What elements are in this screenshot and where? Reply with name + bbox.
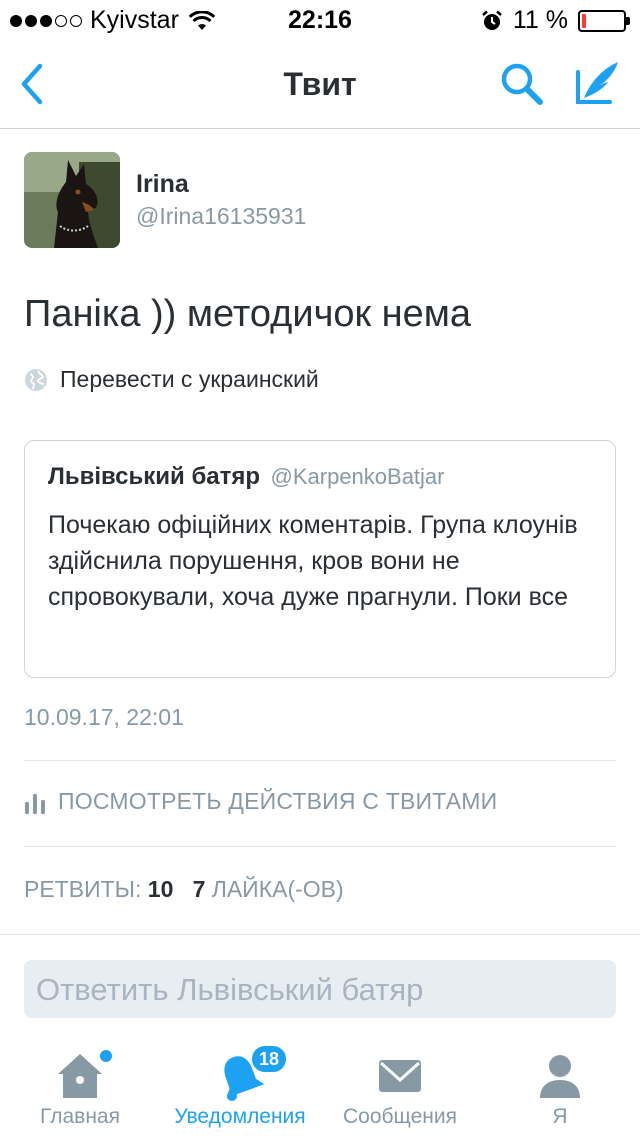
quoted-tweet-text: Почекаю офіційних коментарів. Група клоу… — [48, 511, 578, 611]
author-name[interactable]: Irina — [136, 170, 189, 199]
tab-bar: Главная 18 Уведомления Сообщения Я — [0, 1036, 640, 1136]
quoted-tweet[interactable]: Львівський батяр @KarpenkoBatjar Почекаю… — [24, 440, 616, 678]
tweet-stats: РЕТВИТЫ: 10 7 ЛАЙКА(-ОВ) — [24, 876, 344, 903]
status-right: 11 % — [481, 6, 630, 35]
view-tweet-activity-label: ПОСМОТРЕТЬ ДЕЙСТВИЯ С ТВИТАМИ — [58, 788, 498, 814]
tab-home[interactable]: Главная — [0, 1036, 160, 1136]
divider — [24, 760, 616, 761]
tweet-timestamp: 10.09.17, 22:01 — [24, 704, 184, 730]
battery-percent: 11 % — [512, 6, 568, 34]
home-icon — [58, 1054, 102, 1098]
tweet-text: Паніка )) методичок нема — [24, 293, 472, 335]
new-content-dot — [100, 1050, 112, 1062]
retweets-count[interactable]: 10 — [148, 876, 174, 902]
tab-label: Я — [552, 1105, 568, 1128]
globe-icon — [25, 368, 47, 391]
reply-input[interactable]: Ответить Львівський батяр — [24, 960, 616, 1018]
navigation-bar: Твит — [0, 40, 640, 129]
retweets-label: РЕТВИТЫ: — [24, 876, 142, 902]
quoted-author-name: Львівський батяр — [48, 463, 261, 490]
envelope-icon — [379, 1060, 421, 1092]
avatar[interactable] — [24, 152, 120, 248]
likes-count[interactable]: 7 — [193, 876, 206, 902]
battery-icon — [578, 9, 630, 32]
divider — [0, 934, 640, 935]
quoted-tweet-header: Львівський батяр @KarpenkoBatjar — [48, 463, 445, 491]
profile-icon — [540, 1055, 580, 1098]
view-tweet-activity[interactable]: ПОСМОТРЕТЬ ДЕЙСТВИЯ С ТВИТАМИ — [24, 788, 497, 815]
search-icon[interactable] — [498, 60, 546, 108]
likes-label[interactable]: ЛАЙКА(-ОВ) — [212, 876, 344, 902]
tab-me[interactable]: Я — [480, 1036, 640, 1136]
compose-tweet-icon[interactable] — [572, 58, 622, 108]
alarm-icon — [482, 10, 502, 30]
translate-link[interactable]: Перевести с украинский — [24, 366, 319, 393]
tab-label: Сообщения — [343, 1105, 457, 1128]
tab-messages[interactable]: Сообщения — [320, 1036, 480, 1136]
status-bar: Kyivstar 22:16 11 % — [0, 0, 640, 40]
divider — [24, 846, 616, 847]
analytics-icon — [25, 793, 45, 814]
reply-placeholder: Ответить Львівський батяр — [36, 972, 424, 1007]
quoted-author-handle: @KarpenkoBatjar — [270, 464, 445, 489]
tab-notifications[interactable]: 18 Уведомления — [160, 1036, 320, 1136]
notification-badge: 18 — [250, 1044, 288, 1074]
battery-level — [582, 13, 586, 28]
author-handle[interactable]: @Irina16135931 — [136, 203, 306, 230]
translate-label: Перевести с украинский — [60, 366, 319, 392]
tab-label: Уведомления — [174, 1105, 306, 1128]
tab-label: Главная — [40, 1105, 120, 1128]
